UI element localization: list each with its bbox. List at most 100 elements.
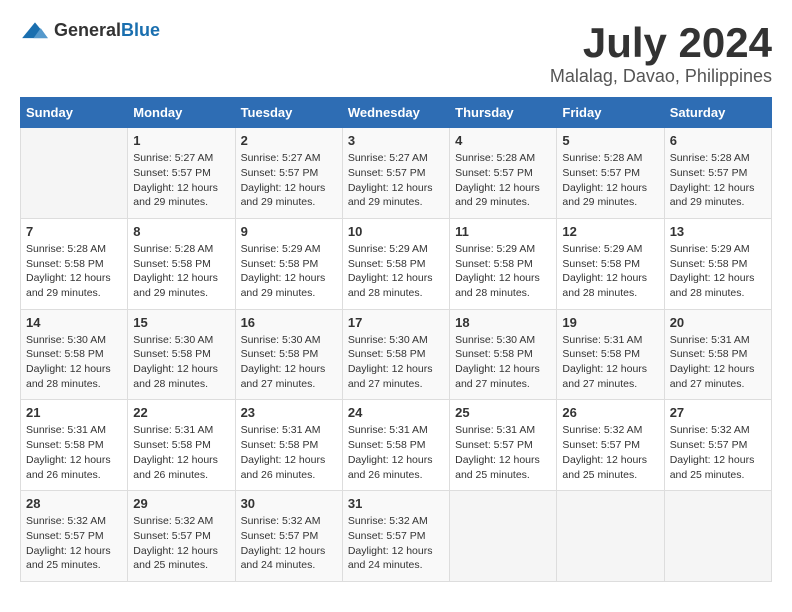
day-number: 18 xyxy=(455,315,551,330)
calendar-cell: 20Sunrise: 5:31 AM Sunset: 5:58 PM Dayli… xyxy=(664,309,771,400)
weekday-header-tuesday: Tuesday xyxy=(235,98,342,128)
calendar-cell: 30 Sunrise: 5:32 AM Sunset: 5:57 PM Dayli… xyxy=(235,491,342,582)
day-number: 19 xyxy=(562,315,658,330)
calendar-week-5: 28 Sunrise: 5:32 AM Sunset: 5:57 PM Dayli… xyxy=(21,491,772,582)
day-info: Sunrise: 5:31 AM Sunset: 5:58 PM Dayligh… xyxy=(133,423,229,482)
day-number: 8 xyxy=(133,224,229,239)
calendar-cell xyxy=(450,491,557,582)
day-number: 28 xyxy=(26,496,122,511)
calendar-cell: 3 Sunrise: 5:27 AM Sunset: 5:57 PM Daylig… xyxy=(342,128,449,219)
day-info: Sunrise: 5:29 AM Sunset: 5:58 PM Dayligh… xyxy=(562,242,658,301)
header-row: SundayMondayTuesdayWednesdayThursdayFrid… xyxy=(21,98,772,128)
day-number: 20 xyxy=(670,315,766,330)
day-info: Sunrise: 5:31 AM Sunset: 5:58 PM Dayligh… xyxy=(348,423,444,482)
calendar-cell: 4 Sunrise: 5:28 AM Sunset: 5:57 PM Daylig… xyxy=(450,128,557,219)
calendar-cell: 29 Sunrise: 5:32 AM Sunset: 5:57 PM Dayli… xyxy=(128,491,235,582)
calendar-cell: 6Sunrise: 5:28 AM Sunset: 5:57 PM Daylig… xyxy=(664,128,771,219)
weekday-header-friday: Friday xyxy=(557,98,664,128)
day-number: 11 xyxy=(455,224,551,239)
day-number: 23 xyxy=(241,405,337,420)
calendar-cell xyxy=(557,491,664,582)
calendar-cell: 18 Sunrise: 5:30 AM Sunset: 5:58 PM Dayli… xyxy=(450,309,557,400)
day-number: 29 xyxy=(133,496,229,511)
day-number: 14 xyxy=(26,315,122,330)
calendar-week-1: 1Sunrise: 5:27 AM Sunset: 5:57 PM Daylig… xyxy=(21,128,772,219)
day-info: Sunrise: 5:32 AM Sunset: 5:57 PM Dayligh… xyxy=(26,514,122,573)
month-title: July 2024 xyxy=(550,20,772,66)
calendar-week-3: 14 Sunrise: 5:30 AM Sunset: 5:58 PM Dayli… xyxy=(21,309,772,400)
day-info: Sunrise: 5:30 AM Sunset: 5:58 PM Dayligh… xyxy=(26,333,122,392)
day-info: Sunrise: 5:28 AM Sunset: 5:57 PM Dayligh… xyxy=(670,151,766,210)
calendar-cell: 28 Sunrise: 5:32 AM Sunset: 5:57 PM Dayli… xyxy=(21,491,128,582)
day-number: 21 xyxy=(26,405,122,420)
calendar-cell: 10Sunrise: 5:29 AM Sunset: 5:58 PM Dayli… xyxy=(342,218,449,309)
day-number: 30 xyxy=(241,496,337,511)
day-number: 3 xyxy=(348,133,444,148)
calendar-cell: 11Sunrise: 5:29 AM Sunset: 5:58 PM Dayli… xyxy=(450,218,557,309)
calendar-cell xyxy=(664,491,771,582)
calendar-cell: 21 Sunrise: 5:31 AM Sunset: 5:58 PM Dayli… xyxy=(21,400,128,491)
day-info: Sunrise: 5:32 AM Sunset: 5:57 PM Dayligh… xyxy=(241,514,337,573)
day-info: Sunrise: 5:28 AM Sunset: 5:57 PM Dayligh… xyxy=(562,151,658,210)
logo-blue: Blue xyxy=(121,20,160,40)
day-number: 22 xyxy=(133,405,229,420)
calendar-cell: 26Sunrise: 5:32 AM Sunset: 5:57 PM Dayli… xyxy=(557,400,664,491)
calendar-cell: 1Sunrise: 5:27 AM Sunset: 5:57 PM Daylig… xyxy=(128,128,235,219)
calendar-cell: 2 Sunrise: 5:27 AM Sunset: 5:57 PM Daylig… xyxy=(235,128,342,219)
day-number: 27 xyxy=(670,405,766,420)
day-number: 4 xyxy=(455,133,551,148)
day-number: 5 xyxy=(562,133,658,148)
weekday-header-wednesday: Wednesday xyxy=(342,98,449,128)
day-info: Sunrise: 5:30 AM Sunset: 5:58 PM Dayligh… xyxy=(455,333,551,392)
calendar-cell: 23 Sunrise: 5:31 AM Sunset: 5:58 PM Dayli… xyxy=(235,400,342,491)
day-info: Sunrise: 5:27 AM Sunset: 5:57 PM Dayligh… xyxy=(133,151,229,210)
day-number: 17 xyxy=(348,315,444,330)
day-info: Sunrise: 5:28 AM Sunset: 5:57 PM Dayligh… xyxy=(455,151,551,210)
day-info: Sunrise: 5:31 AM Sunset: 5:58 PM Dayligh… xyxy=(241,423,337,482)
day-info: Sunrise: 5:29 AM Sunset: 5:58 PM Dayligh… xyxy=(670,242,766,301)
day-number: 26 xyxy=(562,405,658,420)
calendar-week-2: 7Sunrise: 5:28 AM Sunset: 5:58 PM Daylig… xyxy=(21,218,772,309)
day-info: Sunrise: 5:27 AM Sunset: 5:57 PM Dayligh… xyxy=(348,151,444,210)
day-info: Sunrise: 5:31 AM Sunset: 5:58 PM Dayligh… xyxy=(562,333,658,392)
calendar-cell: 13Sunrise: 5:29 AM Sunset: 5:58 PM Dayli… xyxy=(664,218,771,309)
calendar-cell: 27 Sunrise: 5:32 AM Sunset: 5:57 PM Dayli… xyxy=(664,400,771,491)
calendar-cell: 25 Sunrise: 5:31 AM Sunset: 5:57 PM Dayli… xyxy=(450,400,557,491)
weekday-header-monday: Monday xyxy=(128,98,235,128)
logo-icon xyxy=(20,21,50,41)
header: GeneralBlue July 2024 Malalag, Davao, Ph… xyxy=(20,20,772,87)
day-number: 31 xyxy=(348,496,444,511)
location-title: Malalag, Davao, Philippines xyxy=(550,66,772,87)
calendar-cell: 22 Sunrise: 5:31 AM Sunset: 5:58 PM Dayli… xyxy=(128,400,235,491)
calendar-cell: 16 Sunrise: 5:30 AM Sunset: 5:58 PM Dayli… xyxy=(235,309,342,400)
calendar-cell: 5 Sunrise: 5:28 AM Sunset: 5:57 PM Daylig… xyxy=(557,128,664,219)
day-info: Sunrise: 5:27 AM Sunset: 5:57 PM Dayligh… xyxy=(241,151,337,210)
calendar-cell xyxy=(21,128,128,219)
calendar-cell: 31Sunrise: 5:32 AM Sunset: 5:57 PM Dayli… xyxy=(342,491,449,582)
calendar-week-4: 21 Sunrise: 5:31 AM Sunset: 5:58 PM Dayli… xyxy=(21,400,772,491)
day-info: Sunrise: 5:32 AM Sunset: 5:57 PM Dayligh… xyxy=(670,423,766,482)
calendar-cell: 7Sunrise: 5:28 AM Sunset: 5:58 PM Daylig… xyxy=(21,218,128,309)
day-number: 2 xyxy=(241,133,337,148)
day-info: Sunrise: 5:29 AM Sunset: 5:58 PM Dayligh… xyxy=(241,242,337,301)
title-area: July 2024 Malalag, Davao, Philippines xyxy=(550,20,772,87)
day-info: Sunrise: 5:30 AM Sunset: 5:58 PM Dayligh… xyxy=(348,333,444,392)
logo: GeneralBlue xyxy=(20,20,160,41)
day-info: Sunrise: 5:28 AM Sunset: 5:58 PM Dayligh… xyxy=(26,242,122,301)
weekday-header-saturday: Saturday xyxy=(664,98,771,128)
calendar-table: SundayMondayTuesdayWednesdayThursdayFrid… xyxy=(20,97,772,582)
day-info: Sunrise: 5:28 AM Sunset: 5:58 PM Dayligh… xyxy=(133,242,229,301)
logo-general: General xyxy=(54,20,121,40)
day-number: 10 xyxy=(348,224,444,239)
day-number: 9 xyxy=(241,224,337,239)
calendar-cell: 12Sunrise: 5:29 AM Sunset: 5:58 PM Dayli… xyxy=(557,218,664,309)
day-info: Sunrise: 5:31 AM Sunset: 5:57 PM Dayligh… xyxy=(455,423,551,482)
day-number: 16 xyxy=(241,315,337,330)
day-info: Sunrise: 5:30 AM Sunset: 5:58 PM Dayligh… xyxy=(241,333,337,392)
calendar-cell: 19 Sunrise: 5:31 AM Sunset: 5:58 PM Dayli… xyxy=(557,309,664,400)
calendar-cell: 9 Sunrise: 5:29 AM Sunset: 5:58 PM Daylig… xyxy=(235,218,342,309)
day-number: 15 xyxy=(133,315,229,330)
day-info: Sunrise: 5:32 AM Sunset: 5:57 PM Dayligh… xyxy=(133,514,229,573)
day-number: 25 xyxy=(455,405,551,420)
day-info: Sunrise: 5:31 AM Sunset: 5:58 PM Dayligh… xyxy=(26,423,122,482)
